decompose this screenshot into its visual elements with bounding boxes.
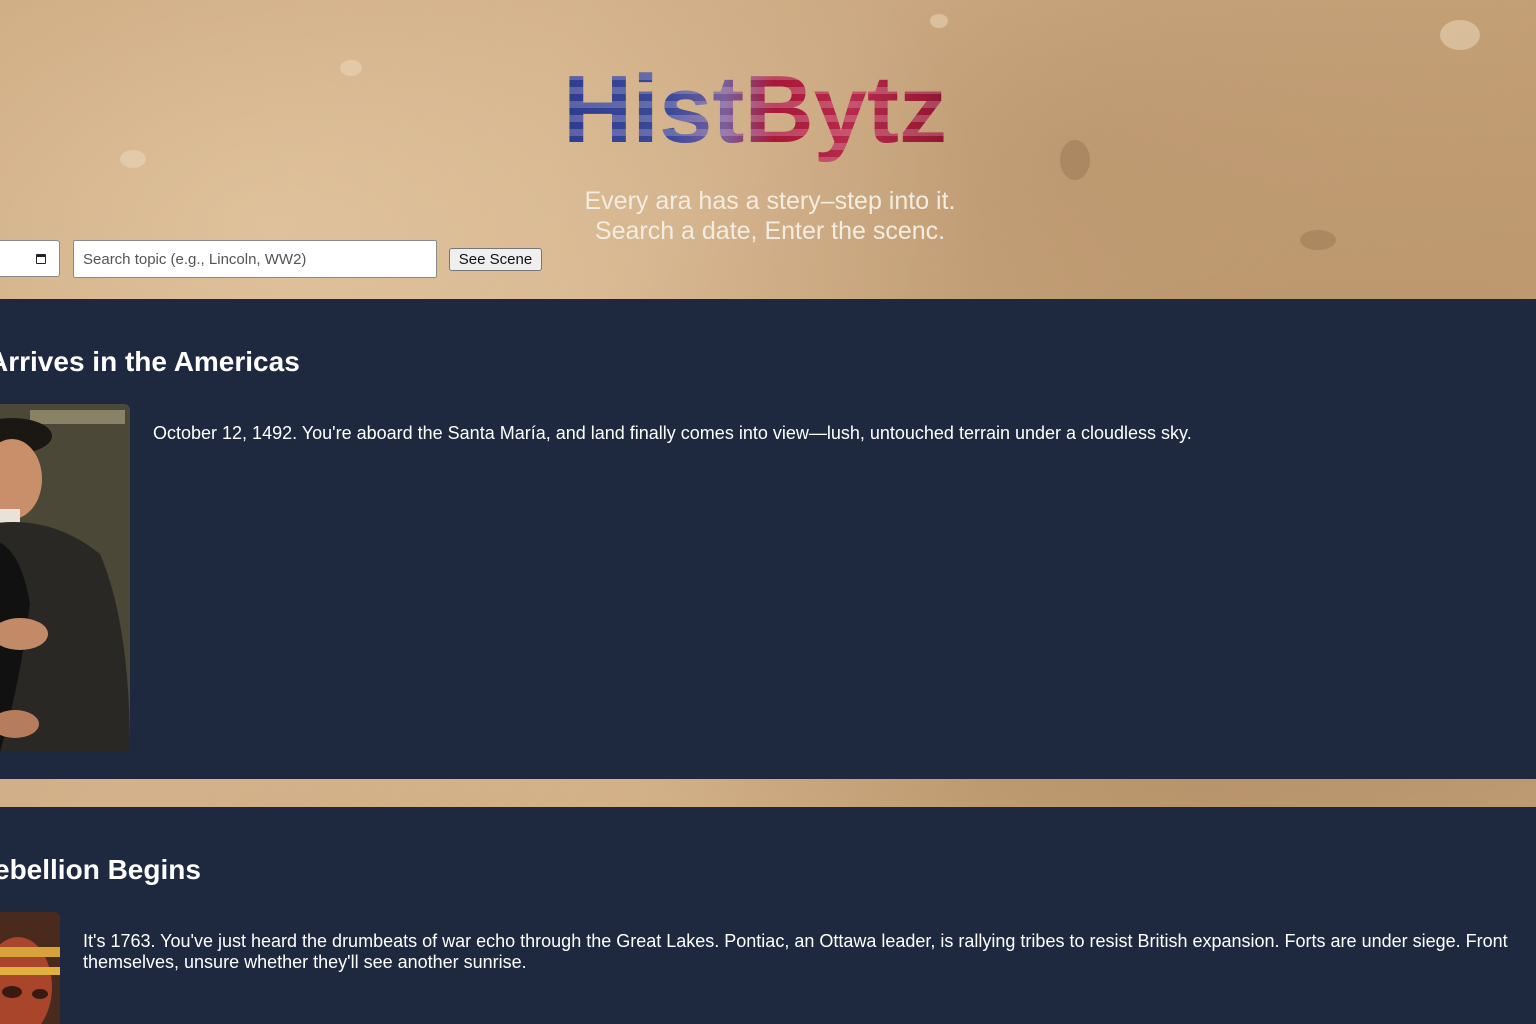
logo-text-stripes: HistBytz: [563, 56, 947, 163]
paper-texture: [1440, 20, 1480, 50]
paper-texture: [120, 150, 146, 168]
portrait-columbus-image: [0, 404, 130, 752]
scene-text-line-2: themselves, unsure whether they'll see a…: [83, 952, 527, 972]
scene-card: Arrives in the Americas October 12, 1492…: [0, 299, 1536, 779]
tagline-line-2: Search a date, Enter the scenc.: [594, 217, 946, 245]
paper-texture: [1060, 140, 1090, 180]
date-input[interactable]: [0, 240, 60, 277]
scene-title: ebellion Begins: [0, 854, 201, 885]
paper-texture: [340, 60, 362, 76]
scene-card: ebellion Begins It's 1763. You've just h…: [0, 807, 1536, 1024]
tagline: Every ara has a stery–step into it. Sear…: [560, 186, 980, 246]
scene-text: It's 1763. You've just heard the drumbea…: [83, 931, 1508, 973]
scene-title: Arrives in the Americas: [0, 346, 300, 377]
search-input[interactable]: [73, 240, 437, 278]
portrait-pontiac-image: [0, 912, 60, 1024]
scene-text-line-1: It's 1763. You've just heard the drumbea…: [83, 931, 1508, 951]
paper-texture: [1300, 230, 1336, 250]
paper-texture: [930, 14, 948, 28]
scene-text: October 12, 1492. You're aboard the Sant…: [153, 423, 1192, 443]
tagline-line-1: Every ara has a stery–step into it.: [584, 187, 956, 215]
see-scene-button[interactable]: See Scene: [449, 248, 542, 271]
calendar-icon[interactable]: [36, 254, 46, 264]
histbytz-logo: HistBytz HistBytz: [563, 56, 947, 163]
